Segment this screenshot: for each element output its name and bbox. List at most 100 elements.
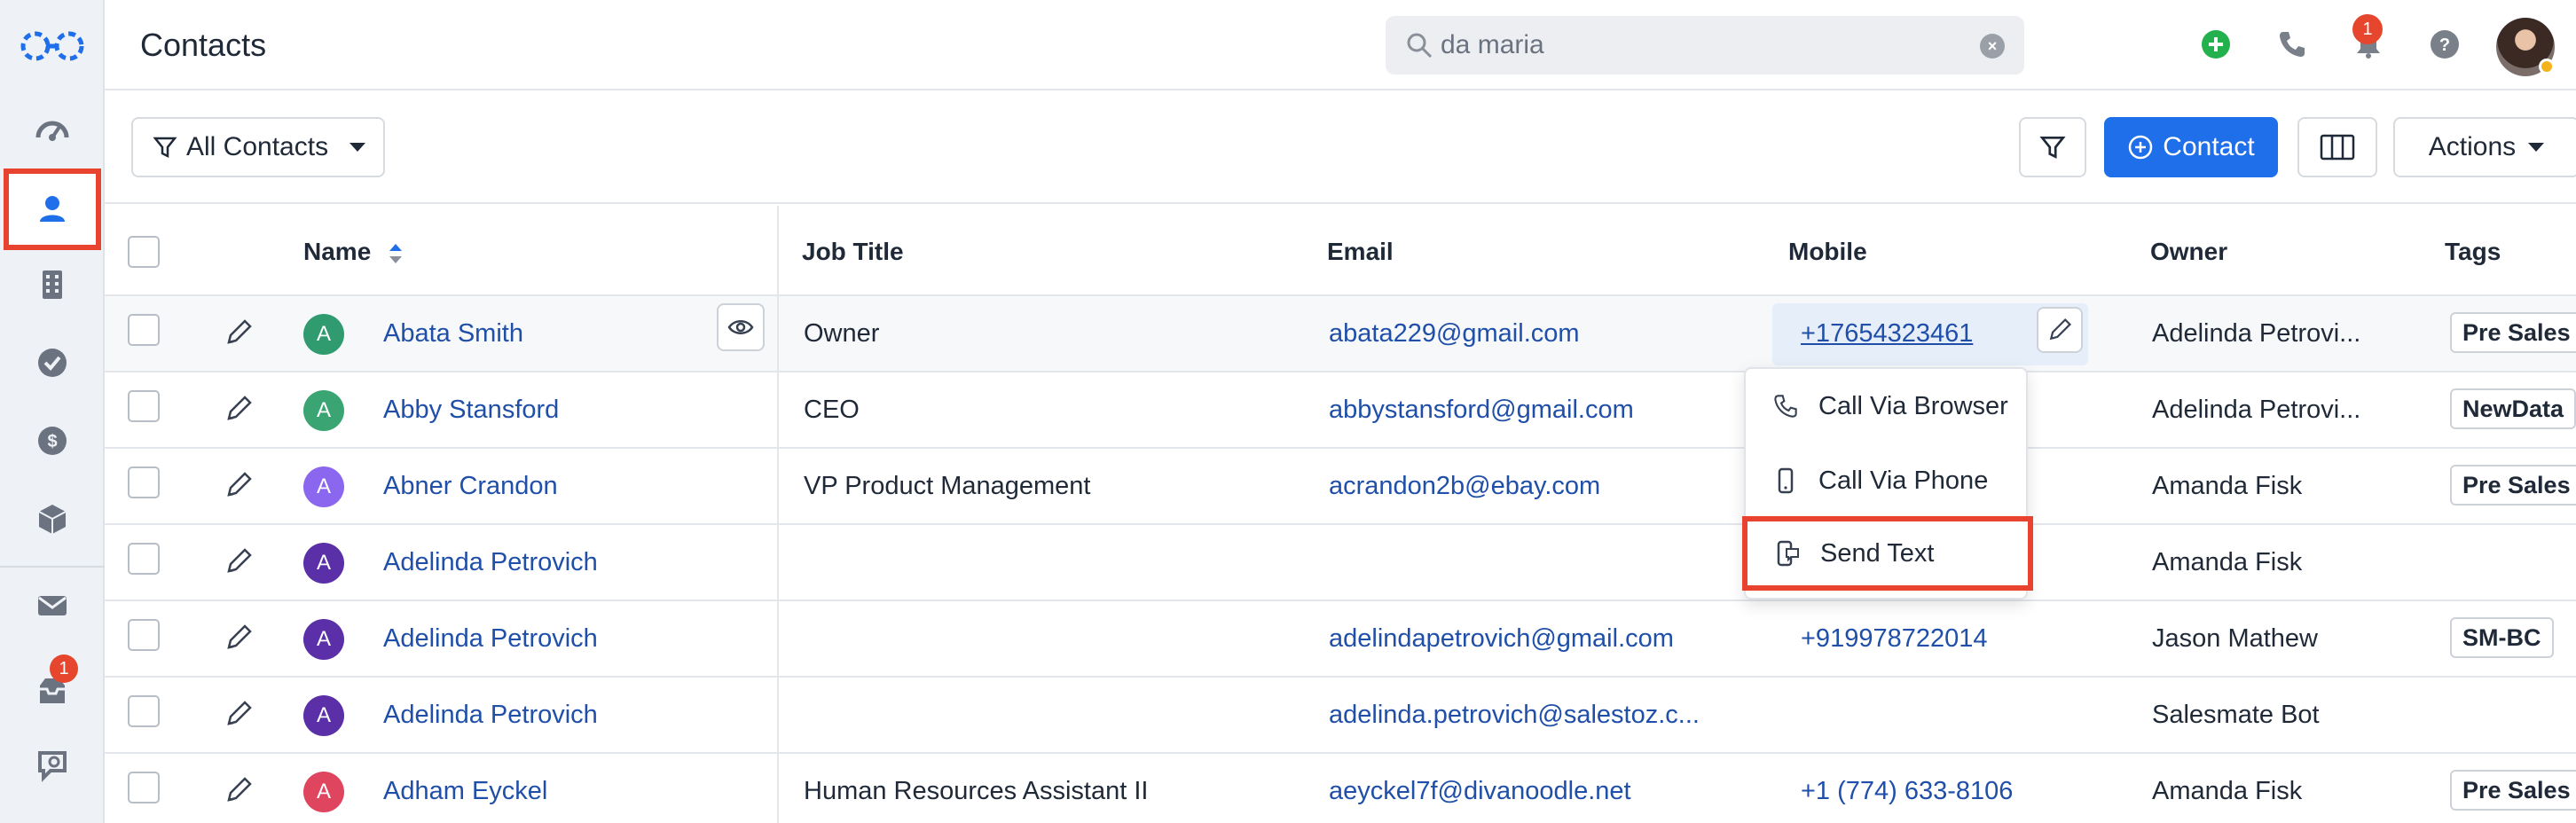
edit-icon[interactable] — [224, 317, 254, 348]
table-row[interactable]: A Abata Smith Owner abata229@gmail.com +… — [105, 296, 2576, 372]
sort-icon[interactable] — [387, 241, 404, 266]
email-link[interactable]: abata229@gmail.com — [1329, 319, 1580, 349]
menu-item-label: Call Via Phone — [1818, 466, 1989, 495]
contact-name-link[interactable]: Abata Smith — [383, 319, 523, 349]
email-link[interactable]: acrandon2b@ebay.com — [1329, 472, 1600, 501]
actions-button[interactable]: Actions — [2393, 117, 2576, 177]
edit-icon[interactable] — [224, 623, 254, 653]
column-header-email[interactable]: Email — [1327, 238, 1394, 266]
add-contact-button[interactable]: Contact — [2104, 117, 2278, 177]
contact-name-link[interactable]: Adelinda Petrovich — [383, 701, 598, 730]
table-row[interactable]: A Abby Stansford CEO abbystansford@gmail… — [105, 372, 2576, 449]
call-options-menu: Call Via Browser Call Via Phone Send Tex… — [1742, 367, 2033, 600]
email-link[interactable]: aeyckel7f@divanoodle.net — [1329, 777, 1631, 806]
column-header-tags[interactable]: Tags — [2445, 238, 2501, 266]
columns-icon — [2320, 134, 2355, 161]
columns-button[interactable] — [2297, 117, 2377, 177]
menu-item-send-text[interactable]: Send Text — [1742, 516, 2033, 591]
row-checkbox[interactable] — [128, 695, 160, 727]
contacts-icon — [40, 196, 65, 222]
tag-badge[interactable]: Pre Sales — [2450, 312, 2576, 353]
edit-icon[interactable] — [224, 775, 254, 805]
deals-icon: $ — [38, 427, 67, 455]
tag-badge[interactable]: Pre Sales — [2450, 770, 2576, 811]
column-divider — [777, 206, 779, 823]
owner: Amanda Fisk — [2152, 548, 2303, 576]
table-row[interactable]: A Adelinda Petrovich adelindapetrovich@g… — [105, 601, 2576, 678]
phone-icon — [1774, 395, 1797, 418]
edit-icon[interactable] — [224, 470, 254, 500]
owner: Amanda Fisk — [2152, 777, 2303, 805]
mobile-link[interactable]: +919978722014 — [1801, 624, 1987, 654]
view-selector[interactable]: All Contacts — [131, 117, 385, 177]
clear-search-button[interactable]: × — [1980, 34, 2005, 59]
row-checkbox[interactable] — [128, 466, 160, 498]
sidebar-item-dashboard[interactable] — [0, 92, 105, 169]
row-checkbox[interactable] — [128, 543, 160, 575]
select-all-checkbox[interactable] — [128, 236, 160, 268]
email-link[interactable]: abbystansford@gmail.com — [1329, 396, 1634, 425]
edit-icon[interactable] — [224, 699, 254, 729]
list-toolbar: All Contacts Contact Actions — [105, 92, 2576, 204]
column-header-mobile[interactable]: Mobile — [1788, 238, 1867, 266]
tag-badge[interactable]: Pre Sales — [2450, 465, 2576, 506]
mobile-link[interactable]: +1 (774) 633-8106 — [1801, 777, 2013, 806]
sidebar-item-tasks[interactable] — [0, 325, 105, 401]
svg-text:?: ? — [2439, 35, 2450, 55]
owner: Adelinda Petrovi... — [2152, 396, 2361, 424]
contact-avatar: A — [303, 772, 344, 812]
help-button[interactable]: ? — [2425, 25, 2464, 64]
mobile-link[interactable]: +17654323461 — [1801, 319, 1973, 349]
user-status-dot — [2539, 59, 2555, 74]
contact-name-link[interactable]: Adham Eyckel — [383, 777, 547, 806]
eye-icon — [727, 320, 754, 334]
contact-avatar: A — [303, 314, 344, 355]
sidebar-item-companies[interactable] — [0, 247, 105, 323]
add-contact-label: Contact — [2163, 132, 2255, 161]
column-header-job-title[interactable]: Job Title — [802, 238, 904, 266]
row-checkbox[interactable] — [128, 314, 160, 346]
column-header-owner[interactable]: Owner — [2150, 238, 2227, 266]
column-header-name[interactable]: Name — [303, 238, 404, 266]
row-checkbox[interactable] — [128, 619, 160, 651]
sidebar-item-email[interactable] — [0, 568, 105, 644]
row-checkbox[interactable] — [128, 772, 160, 803]
contact-avatar: A — [303, 543, 344, 584]
edit-mobile-button[interactable] — [2037, 307, 2083, 353]
search-input[interactable] — [1441, 25, 1955, 66]
email-icon — [38, 596, 67, 615]
table-row[interactable]: A Adham Eyckel Human Resources Assistant… — [105, 754, 2576, 823]
dashboard-icon — [35, 121, 69, 141]
table-row[interactable]: A Adelinda Petrovich Amanda Fisk — [105, 525, 2576, 601]
tag-badge[interactable]: SM-BC — [2450, 617, 2554, 658]
sidebar-item-deals[interactable]: $ — [0, 403, 105, 479]
edit-icon[interactable] — [224, 546, 254, 576]
email-link[interactable]: adelinda.petrovich@salestoz.c... — [1329, 701, 1700, 730]
contact-name-link[interactable]: Abby Stansford — [383, 396, 559, 425]
phone-button[interactable] — [2273, 25, 2312, 64]
email-link[interactable]: adelindapetrovich@gmail.com — [1329, 624, 1674, 654]
edit-icon[interactable] — [224, 394, 254, 424]
app-logo[interactable] — [18, 27, 87, 66]
contact-name-link[interactable]: Adelinda Petrovich — [383, 624, 598, 654]
contact-avatar: A — [303, 390, 344, 431]
contact-name-link[interactable]: Adelinda Petrovich — [383, 548, 598, 577]
sidebar-item-contacts[interactable] — [4, 169, 101, 250]
menu-item-call-via-browser[interactable]: Call Via Browser — [1746, 369, 2030, 443]
preview-button[interactable] — [717, 303, 765, 351]
sidebar-item-products[interactable] — [0, 481, 105, 557]
contact-name-link[interactable]: Abner Crandon — [383, 472, 558, 501]
inbox-badge: 1 — [50, 654, 78, 683]
menu-item-call-via-phone[interactable]: Call Via Phone — [1746, 443, 2030, 518]
filter-icon — [153, 137, 177, 159]
table-row[interactable]: A Adelinda Petrovich adelinda.petrovich@… — [105, 678, 2576, 754]
table-row[interactable]: A Abner Crandon VP Product Management ac… — [105, 449, 2576, 525]
filter-button[interactable] — [2019, 117, 2086, 177]
job-title: Human Resources Assistant II — [804, 777, 1149, 805]
row-checkbox[interactable] — [128, 390, 160, 422]
quick-add-button[interactable] — [2196, 25, 2235, 64]
help-icon: ? — [2431, 30, 2459, 59]
tag-badge[interactable]: NewData — [2450, 388, 2576, 429]
sidebar-item-chat[interactable] — [0, 727, 105, 803]
svg-text:$: $ — [47, 432, 57, 451]
